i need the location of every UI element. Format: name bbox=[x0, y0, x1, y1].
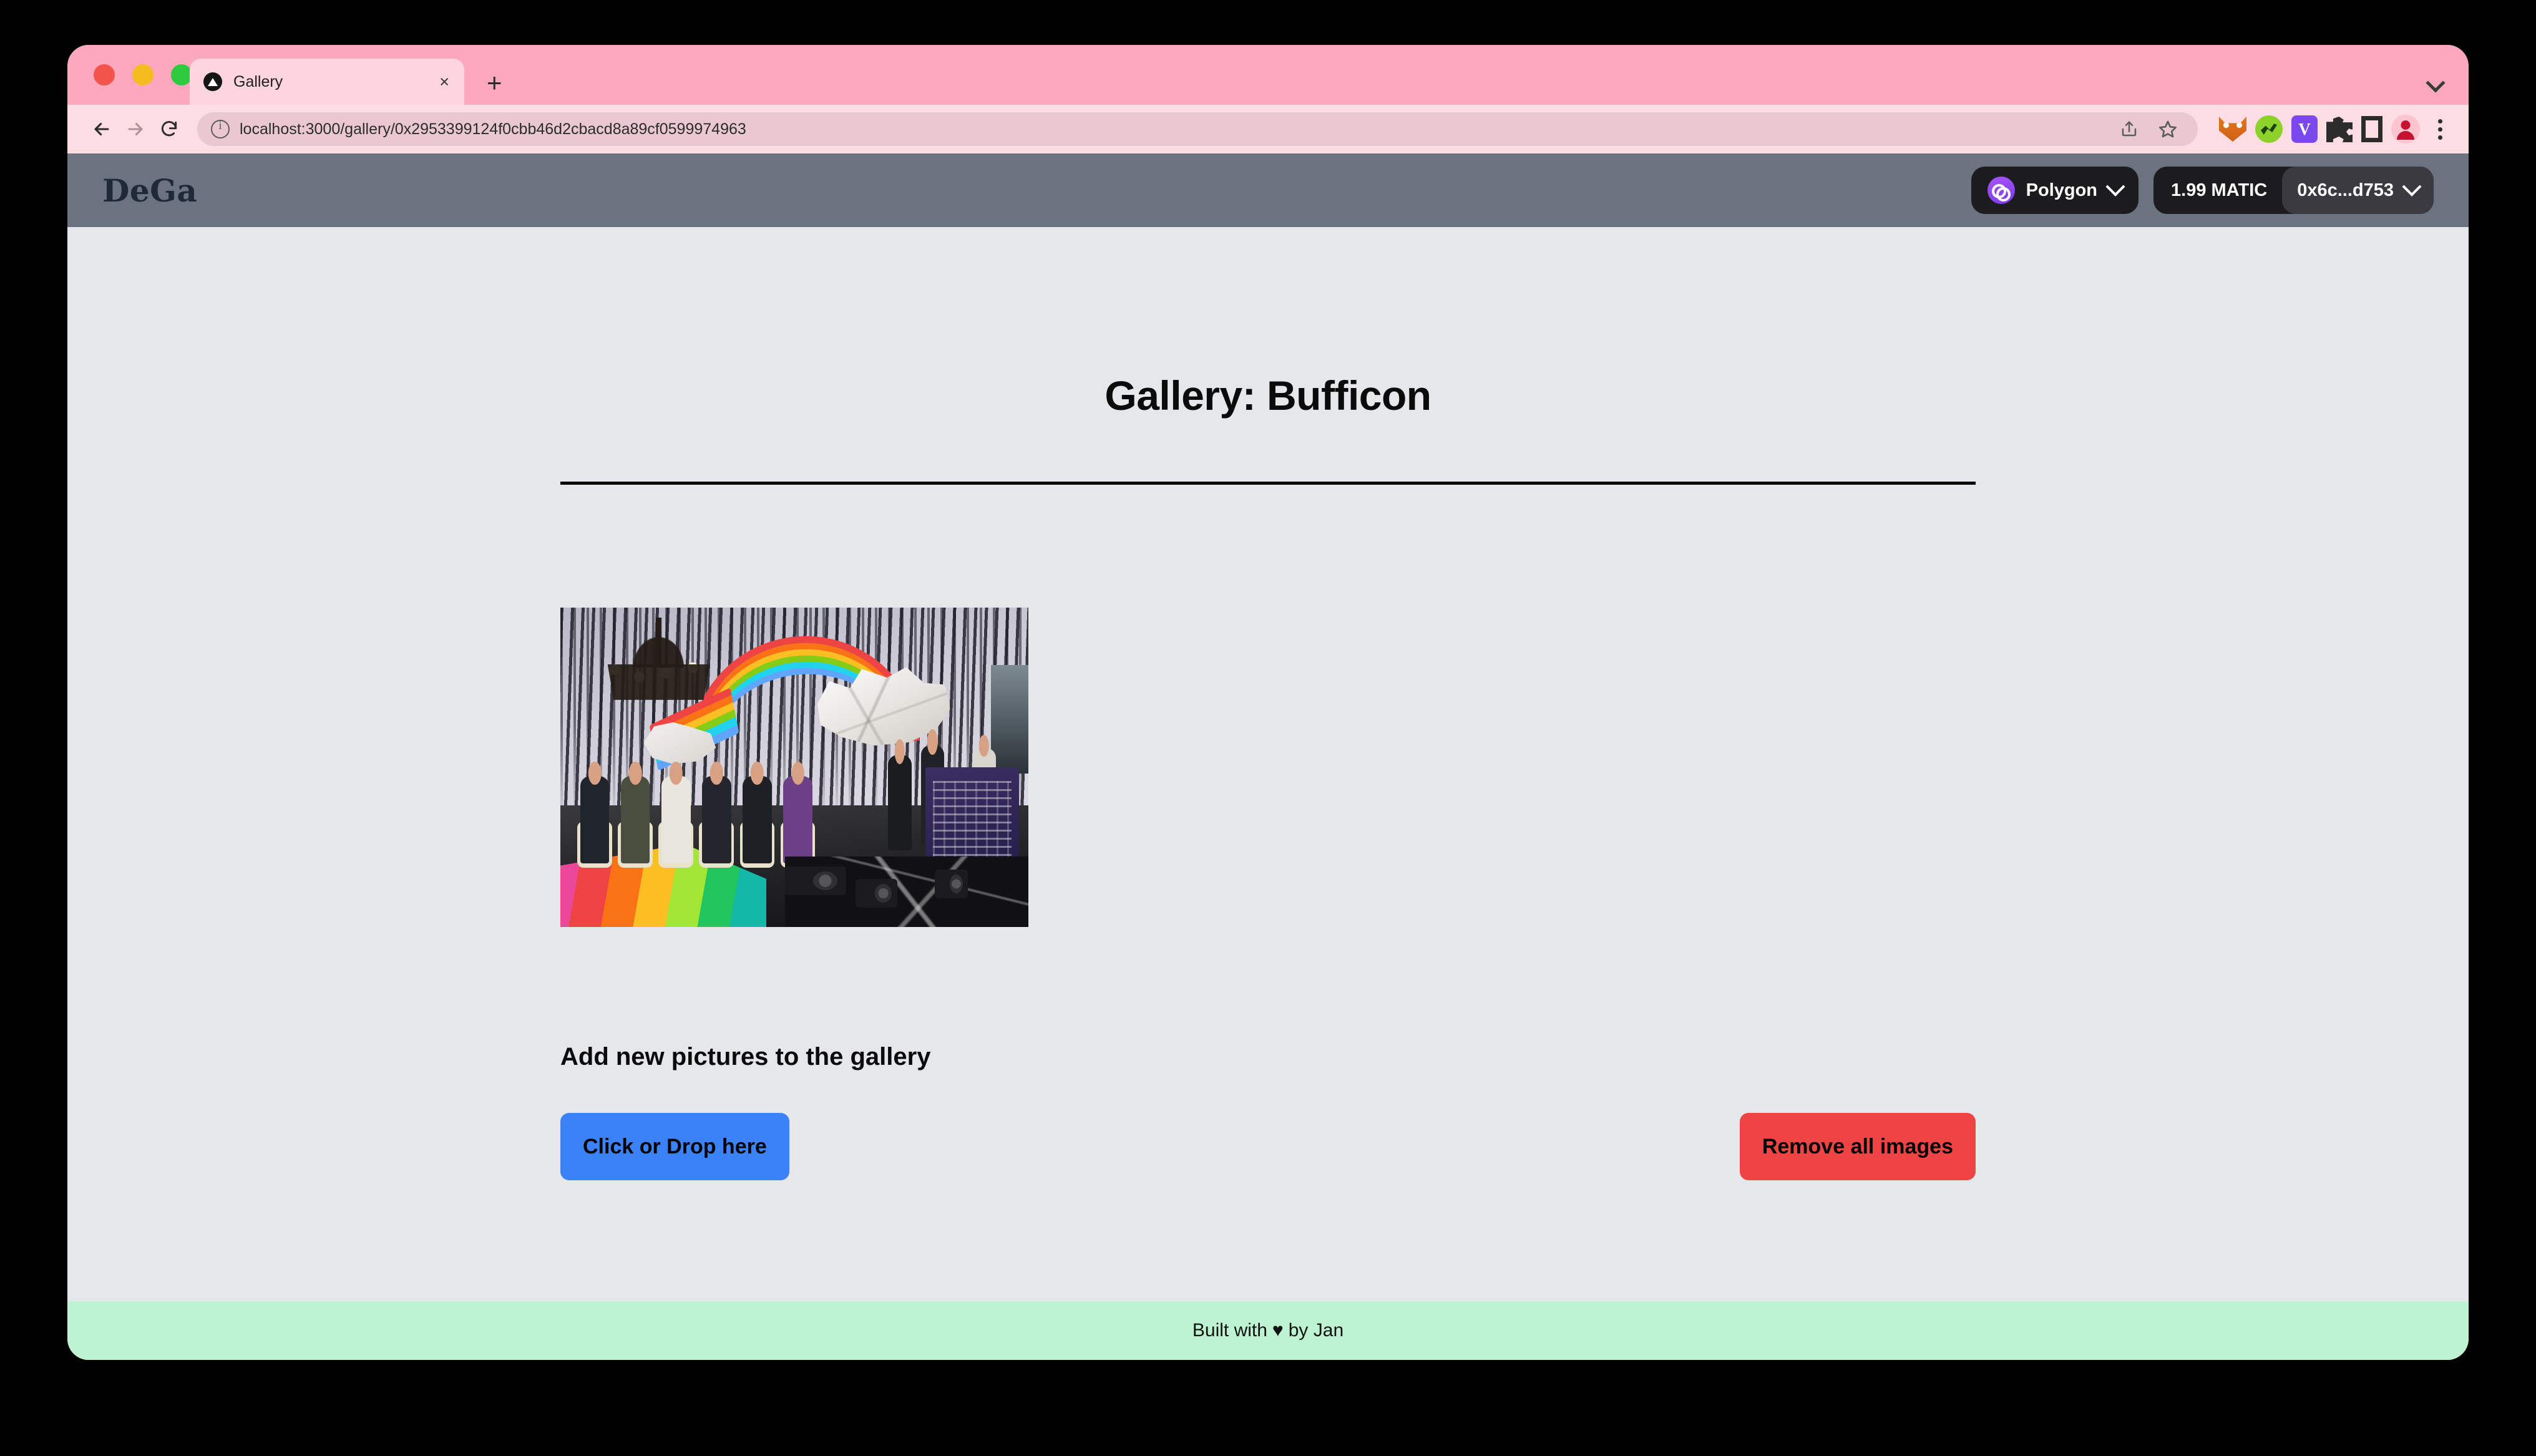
info-circle-icon[interactable] bbox=[211, 119, 230, 138]
extensions-row: V bbox=[2219, 115, 2451, 143]
browser-tab-strip: Gallery × + bbox=[67, 45, 2469, 105]
reading-list-icon[interactable] bbox=[2361, 116, 2382, 142]
v-extension-icon[interactable]: V bbox=[2291, 115, 2318, 143]
title-divider bbox=[560, 482, 1976, 485]
gazelle-extension-icon[interactable] bbox=[2255, 115, 2283, 143]
tab-title: Gallery bbox=[233, 72, 283, 90]
wallet-address: 0x6c...d753 bbox=[2297, 180, 2394, 200]
browser-tab-gallery[interactable]: Gallery × bbox=[190, 59, 464, 105]
network-name: Polygon bbox=[2026, 180, 2098, 200]
app-header: DeGa Polygon 1.99 MATIC 0x6c...d753 bbox=[67, 153, 2469, 227]
brand-logo[interactable]: DeGa bbox=[102, 172, 197, 209]
metamask-icon[interactable] bbox=[2219, 117, 2246, 142]
chevron-down-icon bbox=[2105, 177, 2125, 197]
page-viewport: DeGa Polygon 1.99 MATIC 0x6c...d753 Gall… bbox=[67, 153, 2469, 1360]
remove-all-images-button[interactable]: Remove all images bbox=[1739, 1113, 1976, 1180]
back-arrow-icon[interactable] bbox=[85, 112, 119, 146]
upload-dropzone-button[interactable]: Click or Drop here bbox=[560, 1113, 789, 1180]
wallet-balance: 1.99 MATIC bbox=[2171, 180, 2268, 200]
star-icon[interactable] bbox=[2152, 113, 2184, 145]
browser-window: Gallery × + localhost:3000/gallery/0x295… bbox=[67, 45, 2469, 1360]
polygon-logo-icon bbox=[1987, 177, 2015, 204]
network-selector-button[interactable]: Polygon bbox=[1971, 167, 2139, 214]
page-title: Gallery: Bufficon bbox=[1105, 372, 1431, 419]
profile-avatar-icon[interactable] bbox=[2391, 115, 2420, 143]
heart-icon: ♥ bbox=[1272, 1320, 1284, 1341]
wallet-address-button[interactable]: 0x6c...d753 bbox=[2282, 167, 2434, 214]
maximize-window-button[interactable] bbox=[171, 64, 192, 85]
share-icon[interactable] bbox=[2113, 113, 2145, 145]
reload-icon[interactable] bbox=[152, 112, 186, 146]
forward-arrow-icon bbox=[119, 112, 152, 146]
new-tab-button[interactable]: + bbox=[487, 70, 502, 96]
main-content: Gallery: Bufficon Add new pictures to th… bbox=[67, 227, 2469, 1301]
chevron-down-icon bbox=[2402, 177, 2422, 197]
footer-suffix: by Jan bbox=[1288, 1320, 1344, 1341]
url-text: localhost:3000/gallery/0x2953399124f0cbb… bbox=[240, 120, 746, 138]
browser-menu-icon[interactable] bbox=[2429, 115, 2451, 143]
app-footer: Built with ♥ by Jan bbox=[67, 1301, 2469, 1360]
window-controls bbox=[94, 64, 192, 85]
puzzle-extensions-icon[interactable] bbox=[2326, 116, 2353, 142]
gallery-image[interactable] bbox=[560, 608, 1028, 927]
close-icon[interactable]: × bbox=[434, 71, 454, 93]
chevron-down-icon[interactable] bbox=[2427, 75, 2444, 91]
footer-prefix: Built with bbox=[1192, 1320, 1267, 1341]
upload-section-heading: Add new pictures to the gallery bbox=[560, 1043, 931, 1070]
address-bar[interactable]: localhost:3000/gallery/0x2953399124f0cbb… bbox=[197, 112, 2198, 146]
close-window-button[interactable] bbox=[94, 64, 115, 85]
browser-toolbar: localhost:3000/gallery/0x2953399124f0cbb… bbox=[67, 105, 2469, 153]
triangle-logo-icon bbox=[203, 72, 222, 91]
wallet-controls: Polygon 1.99 MATIC 0x6c...d753 bbox=[1971, 167, 2434, 214]
gallery-image-content bbox=[560, 608, 1028, 927]
account-widget: 1.99 MATIC 0x6c...d753 bbox=[2153, 167, 2434, 214]
minimize-window-button[interactable] bbox=[132, 64, 154, 85]
